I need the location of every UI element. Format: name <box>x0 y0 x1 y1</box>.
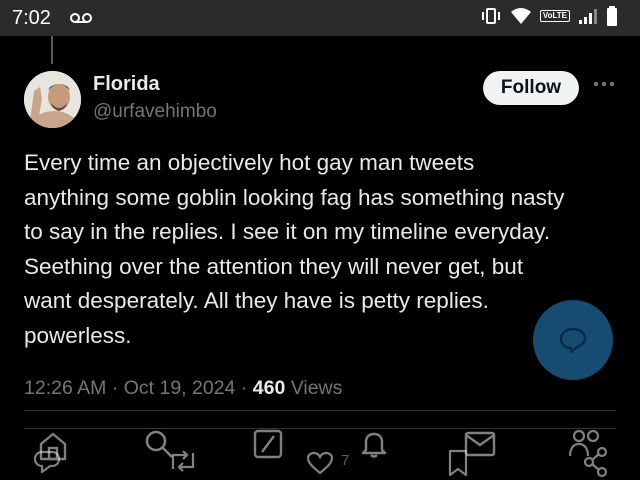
battery-icon <box>607 6 617 26</box>
author-handle[interactable]: @urfavehimbo <box>93 101 217 123</box>
views-count: 460 <box>252 377 286 399</box>
divider <box>24 428 616 429</box>
tweet-text-line: want desperately. All they have is petty… <box>24 288 489 313</box>
reply-icon[interactable] <box>32 448 62 476</box>
compose-reply-button[interactable] <box>533 300 613 380</box>
tweet-meta: 12:26 AM · Oct 19, 2024 · 460 Views <box>24 377 343 399</box>
tweet-text-line: to say in the replies. I see it on my ti… <box>24 219 551 244</box>
thread-connector-line <box>51 36 53 64</box>
status-bar: 7:02 VoLTE <box>0 0 640 36</box>
views-label: Views <box>290 377 343 399</box>
status-icons: VoLTE <box>480 6 618 26</box>
wifi-icon <box>510 8 531 24</box>
grok-icon[interactable] <box>252 428 284 460</box>
bookmark-icon[interactable] <box>446 448 470 478</box>
tweet-text-line: anything some goblin looking fag has som… <box>24 184 565 210</box>
avatar[interactable] <box>24 71 81 128</box>
like-count: 7 <box>341 452 350 469</box>
vibrate-icon <box>481 8 500 24</box>
author-name[interactable]: Florida <box>93 73 160 96</box>
more-options-icon[interactable] <box>592 80 616 88</box>
tweet-text: Every time an objectively hot gay man tw… <box>24 146 624 353</box>
volte-badge: VoLTE <box>539 10 570 22</box>
divider <box>24 410 616 411</box>
tweet-text-line: Every time an objectively hot gay man tw… <box>24 150 475 175</box>
bell-icon[interactable] <box>358 428 390 460</box>
retweet-icon[interactable] <box>167 447 199 475</box>
follow-button[interactable]: Follow <box>483 71 579 105</box>
status-time: 7:02 <box>12 7 51 29</box>
heart-icon[interactable] <box>305 450 335 476</box>
tweet-time: 12:26 AM <box>24 377 107 399</box>
compose-icon <box>559 327 587 354</box>
tweet-date: Oct 19, 2024 <box>123 377 236 399</box>
voicemail-icon <box>70 13 92 23</box>
signal-icon <box>579 9 597 24</box>
share-icon[interactable] <box>582 446 610 478</box>
tweet-text-line: Seething over the attention they will ne… <box>24 253 524 279</box>
